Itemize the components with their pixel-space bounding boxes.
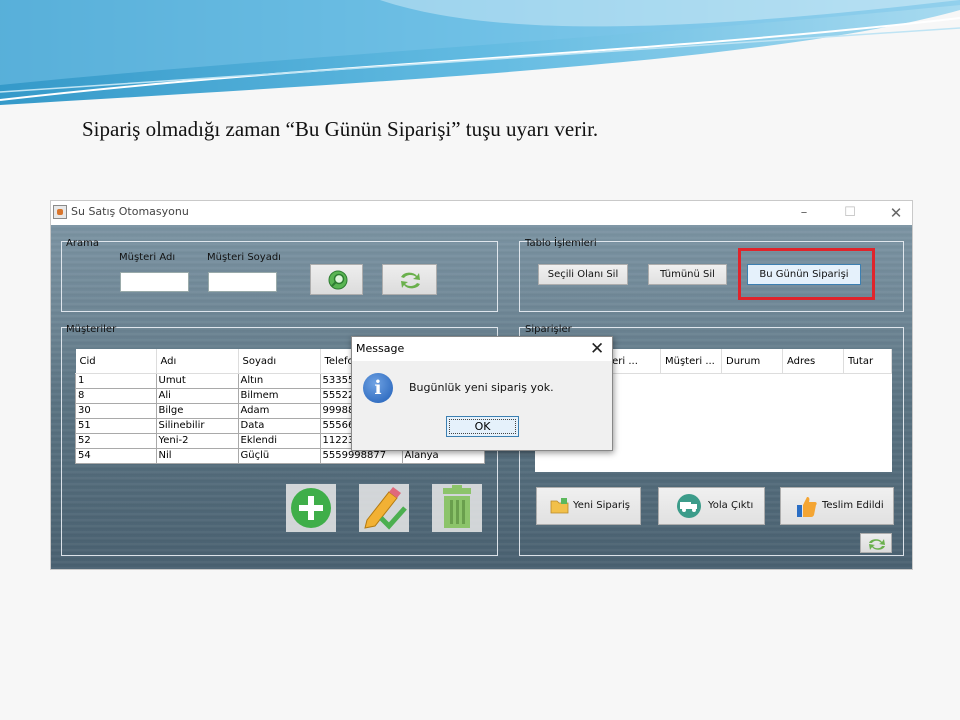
slide-caption: Sipariş olmadığı zaman “Bu Günün Sipariş… [82,117,599,141]
pencil-check-icon [359,484,409,532]
teslim-edildi-label: Teslim Edildi [822,500,884,511]
refresh-icon [869,539,885,550]
java-app-icon [53,205,67,219]
column-musteri-2[interactable]: Müşteri ... [660,349,722,374]
refresh-icon [401,272,420,289]
musteri-adi-input[interactable] [120,272,189,292]
dialog-title: Message [356,342,405,355]
truck-icon [677,494,701,518]
table-cell: Nil [155,448,239,464]
message-dialog: Message ✕ i Bugünlük yeni sipariş yok. O… [351,336,613,451]
dialog-message: Bugünlük yeni sipariş yok. [409,381,554,394]
header-wave [0,0,960,105]
close-icon[interactable]: ✕ [590,339,604,359]
table-cell: 1 [75,373,157,389]
ok-button[interactable]: OK [446,416,519,437]
column-adi[interactable]: Adı [156,349,239,374]
teslim-edildi-button[interactable]: Teslim Edildi [780,487,894,525]
window-titlebar: Su Satış Otomasyonu – ☐ ✕ [51,201,912,225]
folder-icon [550,498,569,514]
siparisler-title: Siparişler [525,324,572,335]
table-cell: 52 [75,433,157,449]
close-window-button[interactable]: ✕ [887,204,905,222]
plus-icon [286,484,336,532]
musteri-soyadi-input[interactable] [208,272,277,292]
edit-customer-button[interactable] [359,484,409,532]
minimize-button[interactable]: – [795,204,813,222]
table-cell: Güçlü [237,448,321,464]
table-cell: Data [237,418,321,434]
musteri-adi-label: Müşteri Adı [119,252,176,263]
table-cell: 54 [75,448,157,464]
table-cell: 8 [75,388,157,404]
siparis-refresh-button[interactable] [860,533,892,553]
arama-title: Arama [66,238,99,249]
trash-icon [432,484,482,532]
table-cell: Altın [237,373,321,389]
table-cell: Bilmem [237,388,321,404]
column-adres[interactable]: Adres [782,349,844,374]
table-cell: Silinebilir [155,418,239,434]
yola-cikti-button[interactable]: Yola Çıktı [658,487,765,525]
table-cell: Ali [155,388,239,404]
tablo-islemleri-title: Tablo İşlemleri [525,238,597,249]
delete-customer-button[interactable] [432,484,482,532]
column-tutar[interactable]: Tutar [843,349,892,374]
table-cell: Yeni-2 [155,433,239,449]
yola-cikti-label: Yola Çıktı [708,500,754,511]
yeni-siparis-label: Yeni Sipariş [573,500,630,511]
add-customer-button[interactable] [286,484,336,532]
musteri-soyadi-label: Müşteri Soyadı [207,252,281,263]
table-cell: 30 [75,403,157,419]
column-soyadi[interactable]: Soyadı [238,349,321,374]
table-cell: Adam [237,403,321,419]
yeni-siparis-button[interactable]: Yeni Sipariş [536,487,641,525]
maximize-button[interactable]: ☐ [841,204,859,222]
column-durum[interactable]: Durum [721,349,783,374]
highlight-box [738,248,875,300]
table-cell: Bilge [155,403,239,419]
dialog-titlebar: Message ✕ [352,337,612,361]
search-button[interactable] [310,264,363,295]
search-icon [328,270,348,290]
thumbs-up-icon [797,497,817,517]
table-cell: 51 [75,418,157,434]
info-icon: i [363,373,393,403]
column-cid[interactable]: Cid [75,349,157,374]
table-cell: Umut [155,373,239,389]
table-cell: Eklendi [237,433,321,449]
secili-olani-sil-button[interactable]: Seçili Olanı Sil [538,264,628,285]
window-title: Su Satış Otomasyonu [71,205,189,218]
tumunu-sil-button[interactable]: Tümünü Sil [648,264,727,285]
arama-panel: Arama Müşteri Adı Müşteri Soyadı [61,238,498,312]
refresh-button[interactable] [382,264,437,295]
musteriler-title: Müşteriler [66,324,117,335]
